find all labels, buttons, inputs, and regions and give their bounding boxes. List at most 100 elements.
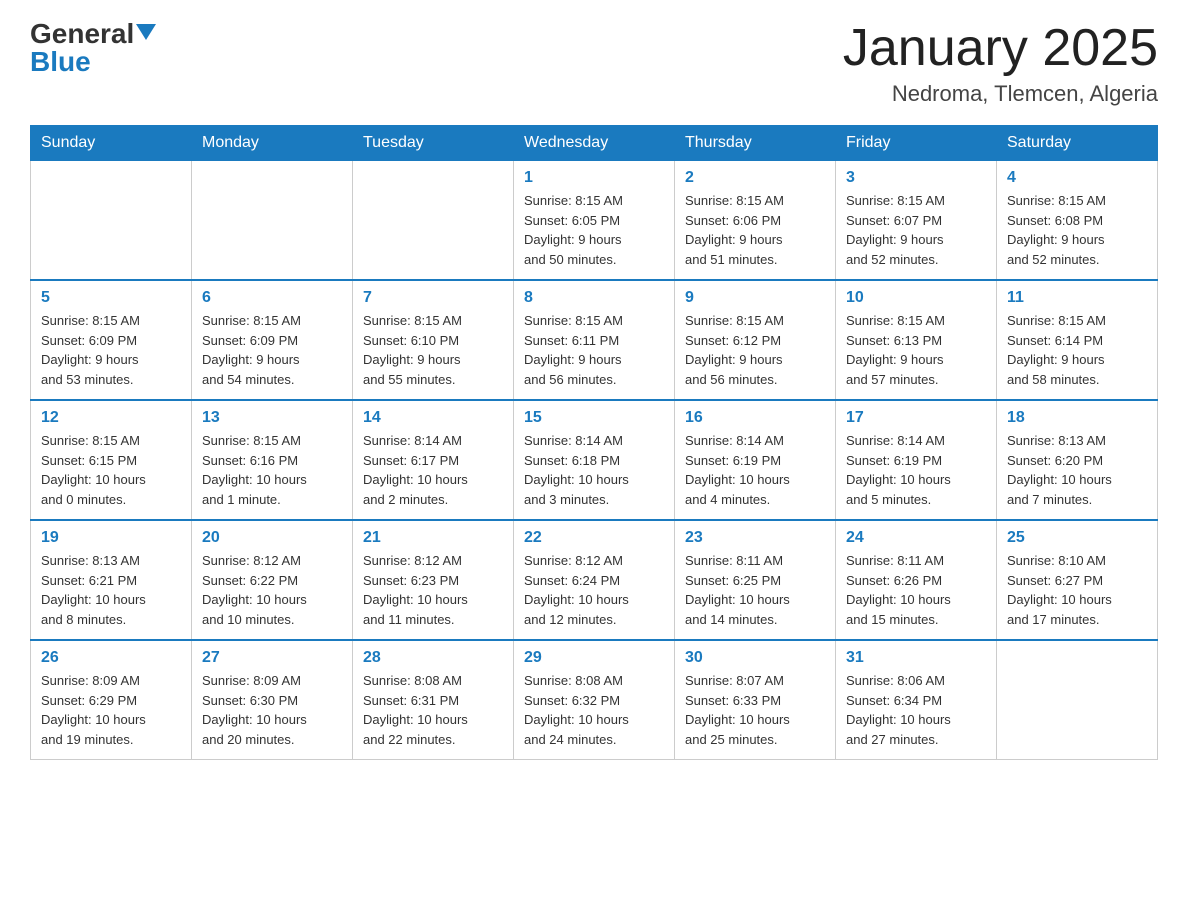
calendar-cell: 22 Sunrise: 8:12 AM Sunset: 6:24 PM Dayli… [514, 520, 675, 640]
day-number: 13 [202, 409, 342, 427]
day-info: Sunrise: 8:13 AM Sunset: 6:21 PM Dayligh… [41, 551, 181, 629]
day-info: Sunrise: 8:15 AM Sunset: 6:08 PM Dayligh… [1007, 191, 1147, 269]
day-number: 20 [202, 529, 342, 547]
month-title: January 2025 [843, 20, 1158, 77]
day-number: 4 [1007, 169, 1147, 187]
calendar-cell: 3Sunrise: 8:15 AM Sunset: 6:07 PM Daylig… [836, 161, 997, 281]
day-number: 24 [846, 529, 986, 547]
calendar-week-row: 19 Sunrise: 8:13 AM Sunset: 6:21 PM Dayli… [31, 520, 1158, 640]
day-info: Sunrise: 8:08 AM Sunset: 6:31 PM Dayligh… [363, 671, 503, 749]
day-number: 15 [524, 409, 664, 427]
logo-blue-text: Blue [30, 46, 91, 77]
day-info: Sunrise: 8:15 AM Sunset: 6:09 PM Dayligh… [202, 311, 342, 389]
day-number: 1 [524, 169, 664, 187]
calendar-header-row: SundayMondayTuesdayWednesdayThursdayFrid… [31, 126, 1158, 161]
day-info: Sunrise: 8:09 AM Sunset: 6:30 PM Dayligh… [202, 671, 342, 749]
day-number: 19 [41, 529, 181, 547]
day-info: Sunrise: 8:11 AM Sunset: 6:26 PM Dayligh… [846, 551, 986, 629]
day-info: Sunrise: 8:14 AM Sunset: 6:17 PM Dayligh… [363, 431, 503, 509]
calendar-cell: 23Sunrise: 8:11 AM Sunset: 6:25 PM Dayli… [675, 520, 836, 640]
calendar-cell: 26 Sunrise: 8:09 AM Sunset: 6:29 PM Dayli… [31, 640, 192, 760]
day-number: 2 [685, 169, 825, 187]
day-info: Sunrise: 8:13 AM Sunset: 6:20 PM Dayligh… [1007, 431, 1147, 509]
calendar-cell: 21 Sunrise: 8:12 AM Sunset: 6:23 PM Dayli… [353, 520, 514, 640]
day-number: 12 [41, 409, 181, 427]
day-number: 21 [363, 529, 503, 547]
day-number: 8 [524, 289, 664, 307]
calendar-cell: 4 Sunrise: 8:15 AM Sunset: 6:08 PM Daylig… [997, 161, 1158, 281]
calendar-cell: 11 Sunrise: 8:15 AM Sunset: 6:14 PM Dayli… [997, 280, 1158, 400]
day-number: 11 [1007, 289, 1147, 307]
logo-general-text: General [30, 20, 134, 48]
calendar-cell: 15 Sunrise: 8:14 AM Sunset: 6:18 PM Dayli… [514, 400, 675, 520]
day-info: Sunrise: 8:09 AM Sunset: 6:29 PM Dayligh… [41, 671, 181, 749]
calendar-cell: 13 Sunrise: 8:15 AM Sunset: 6:16 PM Dayli… [192, 400, 353, 520]
calendar-cell: 2 Sunrise: 8:15 AM Sunset: 6:06 PM Daylig… [675, 161, 836, 281]
logo-triangle-icon [136, 24, 156, 40]
day-number: 3 [846, 169, 986, 187]
calendar-cell: 14Sunrise: 8:14 AM Sunset: 6:17 PM Dayli… [353, 400, 514, 520]
calendar-cell: 12Sunrise: 8:15 AM Sunset: 6:15 PM Dayli… [31, 400, 192, 520]
day-info: Sunrise: 8:15 AM Sunset: 6:12 PM Dayligh… [685, 311, 825, 389]
day-number: 30 [685, 649, 825, 667]
day-info: Sunrise: 8:06 AM Sunset: 6:34 PM Dayligh… [846, 671, 986, 749]
calendar-week-row: 1 Sunrise: 8:15 AM Sunset: 6:05 PM Daylig… [31, 161, 1158, 281]
calendar-cell [192, 161, 353, 281]
day-info: Sunrise: 8:07 AM Sunset: 6:33 PM Dayligh… [685, 671, 825, 749]
calendar-cell: 17Sunrise: 8:14 AM Sunset: 6:19 PM Dayli… [836, 400, 997, 520]
title-block: January 2025 Nedroma, Tlemcen, Algeria [843, 20, 1158, 107]
calendar-cell: 8 Sunrise: 8:15 AM Sunset: 6:11 PM Daylig… [514, 280, 675, 400]
day-number: 7 [363, 289, 503, 307]
calendar-cell [31, 161, 192, 281]
day-info: Sunrise: 8:15 AM Sunset: 6:16 PM Dayligh… [202, 431, 342, 509]
day-info: Sunrise: 8:15 AM Sunset: 6:09 PM Dayligh… [41, 311, 181, 389]
calendar-cell: 18 Sunrise: 8:13 AM Sunset: 6:20 PM Dayli… [997, 400, 1158, 520]
calendar-cell: 1 Sunrise: 8:15 AM Sunset: 6:05 PM Daylig… [514, 161, 675, 281]
calendar-week-row: 26 Sunrise: 8:09 AM Sunset: 6:29 PM Dayli… [31, 640, 1158, 760]
calendar-day-header: Thursday [675, 126, 836, 161]
day-info: Sunrise: 8:14 AM Sunset: 6:19 PM Dayligh… [685, 431, 825, 509]
day-number: 17 [846, 409, 986, 427]
calendar-cell: 30 Sunrise: 8:07 AM Sunset: 6:33 PM Dayli… [675, 640, 836, 760]
day-number: 16 [685, 409, 825, 427]
day-number: 6 [202, 289, 342, 307]
day-info: Sunrise: 8:14 AM Sunset: 6:18 PM Dayligh… [524, 431, 664, 509]
calendar-cell: 31 Sunrise: 8:06 AM Sunset: 6:34 PM Dayli… [836, 640, 997, 760]
day-info: Sunrise: 8:08 AM Sunset: 6:32 PM Dayligh… [524, 671, 664, 749]
calendar-day-header: Friday [836, 126, 997, 161]
day-info: Sunrise: 8:15 AM Sunset: 6:11 PM Dayligh… [524, 311, 664, 389]
day-number: 31 [846, 649, 986, 667]
logo: General Blue [30, 20, 156, 76]
page-header: General Blue January 2025 Nedroma, Tlemc… [30, 20, 1158, 107]
day-number: 27 [202, 649, 342, 667]
day-number: 25 [1007, 529, 1147, 547]
day-number: 23 [685, 529, 825, 547]
calendar-cell: 9 Sunrise: 8:15 AM Sunset: 6:12 PM Daylig… [675, 280, 836, 400]
calendar-week-row: 12Sunrise: 8:15 AM Sunset: 6:15 PM Dayli… [31, 400, 1158, 520]
day-info: Sunrise: 8:15 AM Sunset: 6:05 PM Dayligh… [524, 191, 664, 269]
day-info: Sunrise: 8:15 AM Sunset: 6:06 PM Dayligh… [685, 191, 825, 269]
calendar-day-header: Wednesday [514, 126, 675, 161]
day-number: 9 [685, 289, 825, 307]
day-number: 29 [524, 649, 664, 667]
calendar-cell: 25 Sunrise: 8:10 AM Sunset: 6:27 PM Dayli… [997, 520, 1158, 640]
day-info: Sunrise: 8:15 AM Sunset: 6:14 PM Dayligh… [1007, 311, 1147, 389]
day-number: 18 [1007, 409, 1147, 427]
day-info: Sunrise: 8:12 AM Sunset: 6:23 PM Dayligh… [363, 551, 503, 629]
day-number: 22 [524, 529, 664, 547]
day-number: 26 [41, 649, 181, 667]
calendar-cell: 19 Sunrise: 8:13 AM Sunset: 6:21 PM Dayli… [31, 520, 192, 640]
calendar-cell: 6 Sunrise: 8:15 AM Sunset: 6:09 PM Daylig… [192, 280, 353, 400]
day-number: 28 [363, 649, 503, 667]
calendar-day-header: Tuesday [353, 126, 514, 161]
calendar-cell: 7Sunrise: 8:15 AM Sunset: 6:10 PM Daylig… [353, 280, 514, 400]
calendar-cell: 28 Sunrise: 8:08 AM Sunset: 6:31 PM Dayli… [353, 640, 514, 760]
day-info: Sunrise: 8:12 AM Sunset: 6:22 PM Dayligh… [202, 551, 342, 629]
calendar-cell: 27 Sunrise: 8:09 AM Sunset: 6:30 PM Dayli… [192, 640, 353, 760]
calendar-week-row: 5Sunrise: 8:15 AM Sunset: 6:09 PM Daylig… [31, 280, 1158, 400]
day-info: Sunrise: 8:12 AM Sunset: 6:24 PM Dayligh… [524, 551, 664, 629]
location-title: Nedroma, Tlemcen, Algeria [843, 81, 1158, 107]
calendar-cell: 24 Sunrise: 8:11 AM Sunset: 6:26 PM Dayli… [836, 520, 997, 640]
day-info: Sunrise: 8:10 AM Sunset: 6:27 PM Dayligh… [1007, 551, 1147, 629]
calendar-cell [997, 640, 1158, 760]
